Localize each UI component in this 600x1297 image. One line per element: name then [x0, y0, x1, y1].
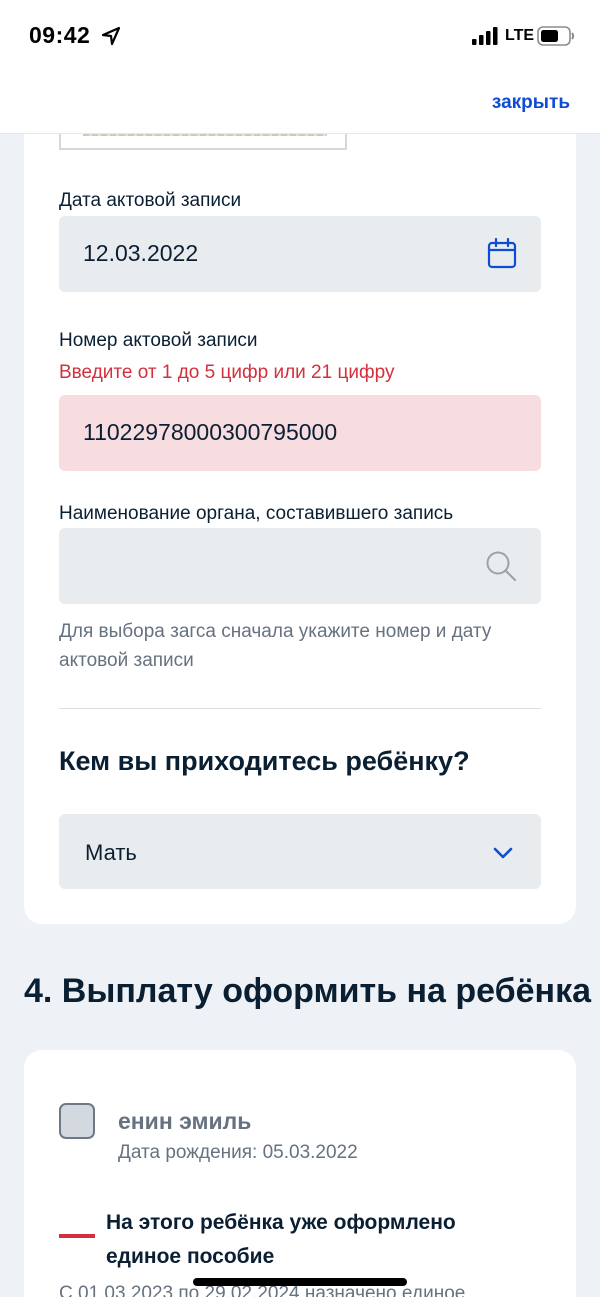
close-link[interactable]: закрыть — [492, 92, 570, 114]
relation-select[interactable]: Мать — [59, 814, 541, 889]
status-bar: 09:42 LTE — [0, 0, 600, 70]
child-name: енин эмиль — [118, 1108, 252, 1134]
nav-bar: закрыть — [0, 70, 600, 134]
date-field[interactable]: 12.03.2022 — [59, 216, 541, 292]
calendar-icon[interactable] — [487, 238, 517, 270]
warning-marker — [59, 1234, 95, 1238]
record-number-value: 11022978000300795000 — [83, 419, 338, 445]
chevron-down-icon[interactable] — [493, 847, 513, 859]
date-label: Дата актовой записи — [59, 190, 242, 211]
home-indicator — [193, 1278, 407, 1286]
battery-icon — [537, 26, 575, 46]
child-checkbox[interactable] — [59, 1103, 95, 1139]
divider — [59, 708, 541, 709]
authority-field[interactable] — [59, 528, 541, 604]
record-number-label: Номер актовой записи — [59, 330, 258, 351]
warning-text: На этого ребёнка уже оформлено единое по… — [106, 1211, 456, 1268]
record-number-field[interactable]: 11022978000300795000 — [59, 395, 541, 471]
location-arrow-icon — [101, 26, 121, 46]
child-card: енин эмиль Дата рождения: 05.03.2022 На … — [24, 1050, 576, 1297]
child-dob: Дата рождения: 05.03.2022 — [118, 1142, 358, 1163]
date-value: 12.03.2022 — [83, 240, 199, 266]
search-icon[interactable] — [485, 550, 517, 582]
authority-label: Наименование органа, составившего запись — [59, 503, 454, 524]
authority-hint: Для выбора загса сначала укажите номер и… — [59, 621, 492, 671]
network-type: LTE — [505, 27, 535, 44]
form-card: Дата актовой записи 12.03.2022 Номер акт… — [24, 110, 576, 924]
relation-value: Мать — [85, 840, 137, 865]
status-time: 09:42 — [29, 22, 91, 48]
signal-icon — [472, 27, 498, 45]
record-number-error: Введите от 1 до 5 цифр или 21 цифру — [59, 362, 395, 383]
relation-question: Кем вы приходитесь ребёнку? — [59, 746, 470, 776]
section-title: 4. Выплату оформить на ребёнка — [24, 972, 591, 1010]
